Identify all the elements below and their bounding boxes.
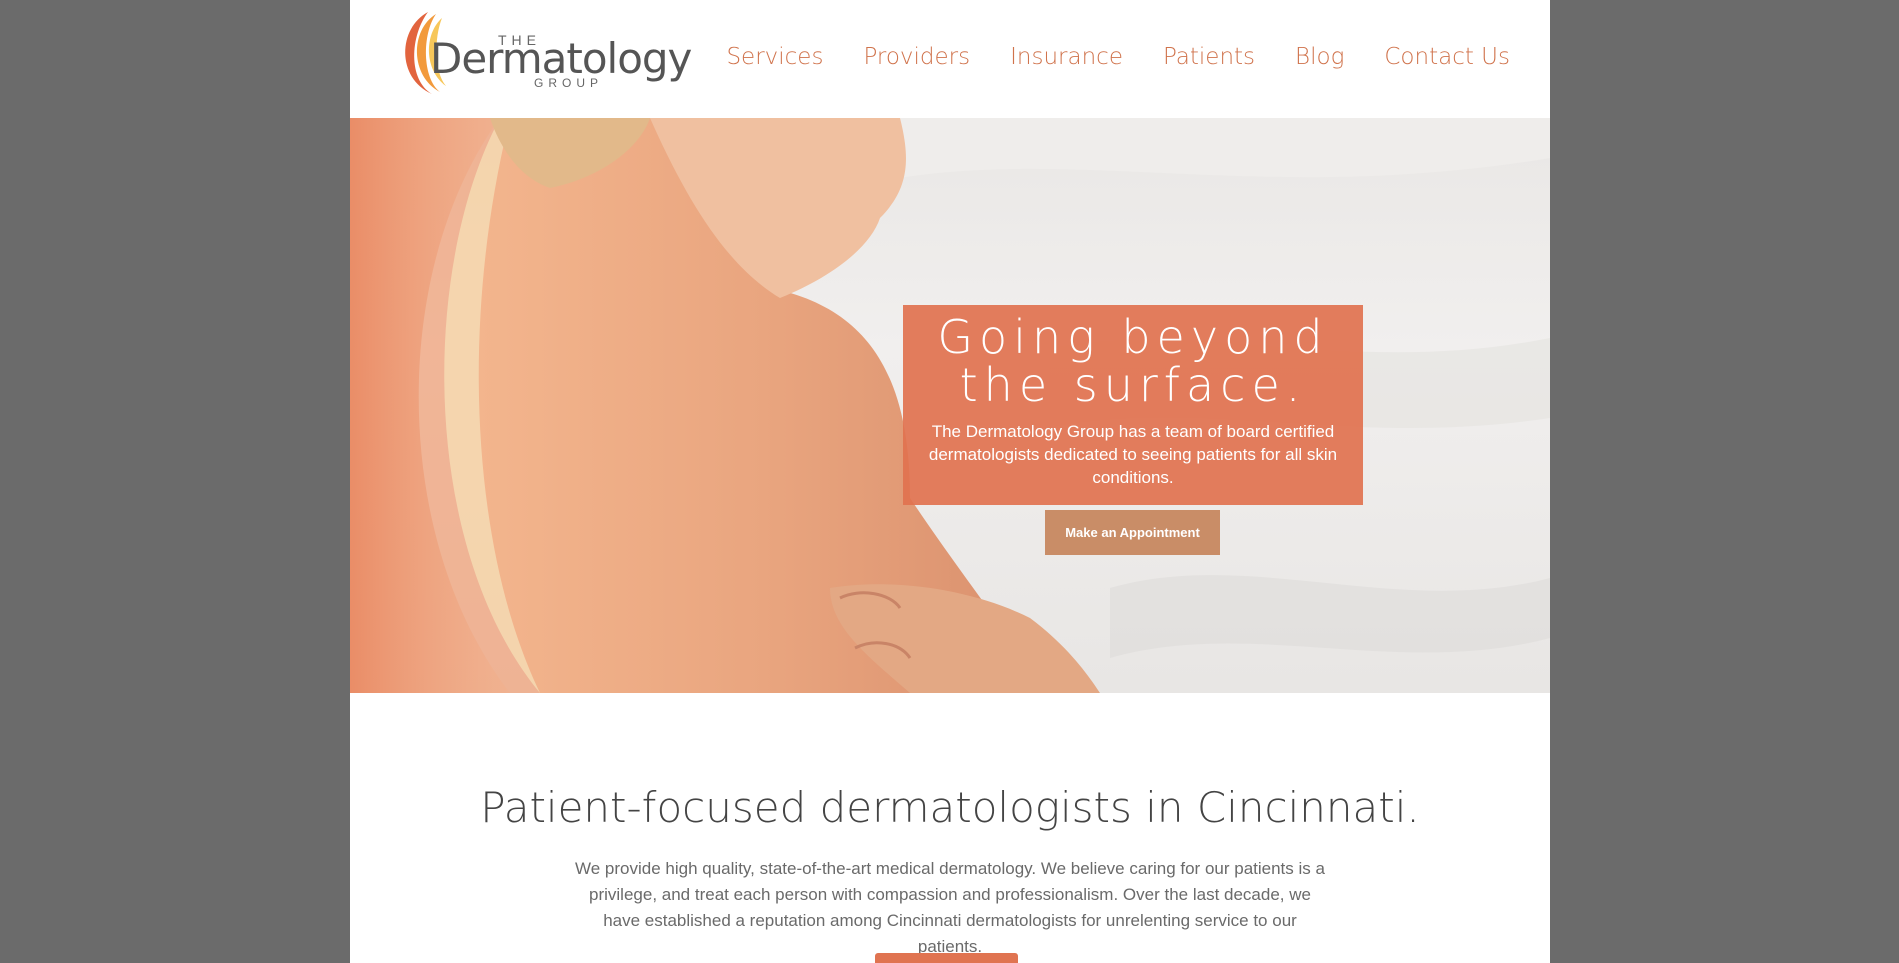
hero-callout: Going beyond the surface. The Dermatolog… <box>903 305 1363 505</box>
nav-services[interactable]: Services <box>726 44 823 70</box>
intro-text: We provide high quality, state-of-the-ar… <box>575 859 1325 956</box>
site-header: THE Dermatology GROUP Services Providers… <box>350 0 1550 118</box>
logo-group: GROUP <box>534 76 604 90</box>
hero-title-line1: Going beyond <box>937 310 1329 364</box>
intro-button[interactable] <box>875 953 1018 963</box>
hero-subtitle: The Dermatology Group has a team of boar… <box>928 422 1338 487</box>
nav-patients[interactable]: Patients <box>1163 44 1255 70</box>
hero-title: Going beyond the surface. <box>903 313 1363 409</box>
logo[interactable]: THE Dermatology GROUP <box>388 8 692 98</box>
main-nav: Services Providers Insurance Patients Bl… <box>686 44 1510 70</box>
nav-providers[interactable]: Providers <box>863 44 970 70</box>
nav-blog[interactable]: Blog <box>1295 44 1344 70</box>
make-appointment-button[interactable]: Make an Appointment <box>1045 510 1220 555</box>
nav-insurance[interactable]: Insurance <box>1010 44 1123 70</box>
intro-title: Patient-focused dermatologists in Cincin… <box>480 783 1420 832</box>
hero-banner: Going beyond the surface. The Dermatolog… <box>350 118 1550 693</box>
hero-title-line2: the surface. <box>959 358 1307 412</box>
page: THE Dermatology GROUP Services Providers… <box>350 0 1550 963</box>
nav-contact-us[interactable]: Contact Us <box>1384 44 1510 70</box>
